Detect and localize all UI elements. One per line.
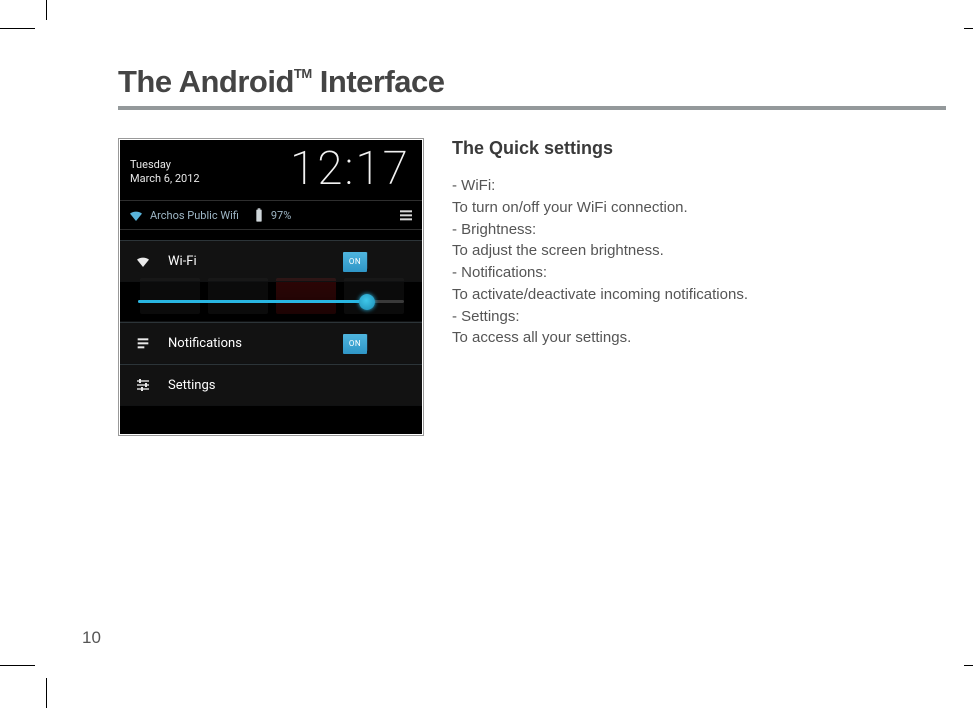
list-item: - WiFi: To turn on/off your WiFi connect… <box>452 175 882 219</box>
bullet-dash: - <box>452 308 461 325</box>
settings-sliders-icon <box>134 377 152 393</box>
android-screenshot: 12:17 Tuesday March 6, 2012 Archos Publi… <box>120 140 422 434</box>
notifications-icon <box>134 335 152 351</box>
bullet-dash: - <box>452 177 461 194</box>
item-description: To adjust the screen brightness. <box>452 242 664 259</box>
clock-day: Tuesday <box>130 158 171 171</box>
quicksetting-settings-row[interactable]: Settings <box>120 364 422 406</box>
crop-mark <box>0 665 35 666</box>
page-title-prefix: The Android <box>118 64 294 99</box>
item-description: To activate/deactivate incoming notifica… <box>452 286 748 303</box>
section-heading: The Quick settings <box>452 138 882 159</box>
crop-mark <box>46 0 47 20</box>
brightness-slider-fill <box>138 300 367 303</box>
crop-mark <box>964 665 973 666</box>
quicksetting-wifi-row[interactable]: Wi-Fi ON <box>120 240 422 282</box>
notifications-toggle-state: ON <box>343 334 367 354</box>
page-title: The AndroidTM Interface <box>118 64 918 100</box>
wifi-toggle-state: ON <box>343 252 367 272</box>
wifi-icon <box>128 207 144 223</box>
brightness-slider[interactable] <box>138 300 404 303</box>
brightness-slider-thumb[interactable] <box>359 294 375 310</box>
quicksetting-settings-label: Settings <box>168 378 215 393</box>
battery-percent: 97% <box>271 209 291 222</box>
wifi-icon <box>134 253 152 269</box>
wifi-name: Archos Public Wifi <box>150 209 239 222</box>
quicksetting-brightness-row[interactable] <box>120 282 422 322</box>
notifications-toggle[interactable]: ON <box>366 335 410 353</box>
quicksetting-wifi-label: Wi-Fi <box>168 254 197 269</box>
item-description: To access all your settings. <box>452 329 631 346</box>
quicksetting-notifications-row[interactable]: Notifications ON <box>120 322 422 364</box>
battery-icon <box>251 207 267 223</box>
settings-shortcut-icon[interactable] <box>398 207 414 223</box>
list-item: - Notifications: To activate/deactivate … <box>452 262 882 306</box>
wifi-toggle[interactable]: ON <box>366 253 410 271</box>
item-label: Settings: <box>461 308 519 325</box>
list-item: - Brightness: To adjust the screen brigh… <box>452 219 882 263</box>
crop-mark <box>46 678 47 708</box>
page-number: 10 <box>82 628 101 648</box>
screenshot-frame: 12:17 Tuesday March 6, 2012 Archos Publi… <box>118 138 424 436</box>
quicksetting-notifications-label: Notifications <box>168 336 242 351</box>
bullet-dash: - <box>452 221 461 238</box>
list-item: - Settings: To access all your settings. <box>452 306 882 350</box>
clock-time: 12:17 <box>290 142 410 196</box>
item-label: Notifications: <box>461 264 547 281</box>
status-bar: Archos Public Wifi 97% <box>120 200 422 230</box>
page-title-suffix: Interface <box>312 64 445 99</box>
crop-mark <box>964 28 973 29</box>
crop-mark <box>0 28 35 29</box>
item-description: To turn on/off your WiFi connection. <box>452 199 688 216</box>
bullet-dash: - <box>452 264 461 281</box>
heading-rule <box>118 106 946 110</box>
trademark-symbol: TM <box>294 66 312 81</box>
item-label: Brightness: <box>461 221 536 238</box>
item-label: WiFi: <box>461 177 495 194</box>
clock-date: March 6, 2012 <box>130 172 200 185</box>
